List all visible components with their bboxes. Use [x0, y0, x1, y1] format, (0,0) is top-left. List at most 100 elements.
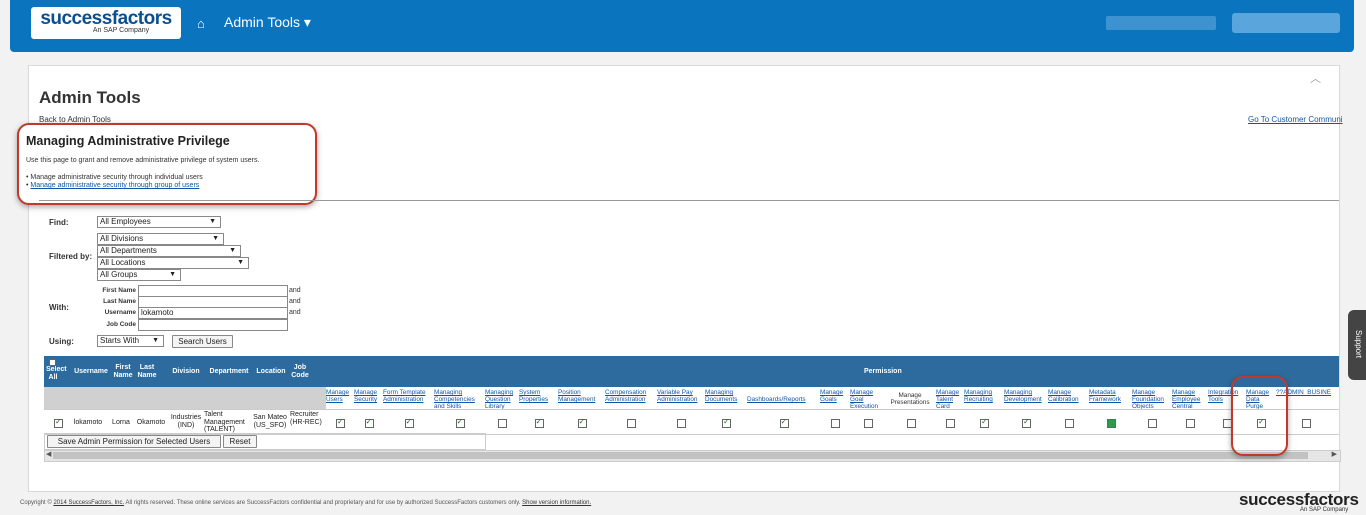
- search-box-blurred[interactable]: [1232, 13, 1340, 33]
- permission-checkbox-9[interactable]: [722, 417, 731, 428]
- permission-header-1[interactable]: Manage Security: [354, 389, 382, 403]
- reset-button[interactable]: Reset: [223, 435, 257, 448]
- permission-header-0[interactable]: Manage Users: [326, 389, 353, 403]
- permission-checkbox-18[interactable]: [1106, 419, 1116, 428]
- permission-header-3[interactable]: Managing Competencies and Skills: [434, 389, 484, 410]
- home-icon[interactable]: ⌂: [197, 16, 213, 32]
- row-username: lokamoto: [73, 419, 103, 426]
- permission-header-9[interactable]: Managing Documents: [705, 389, 746, 403]
- username-label: Username: [104, 309, 136, 316]
- search-users-button[interactable]: Search Users: [172, 335, 233, 348]
- row-division: Industries (IND): [170, 414, 202, 429]
- permission-checkbox-0[interactable]: [336, 417, 345, 428]
- username-header[interactable]: Username: [72, 368, 110, 376]
- permission-checkbox-16[interactable]: [1022, 417, 1031, 428]
- user-info-blurred: [1106, 16, 1216, 30]
- support-tab[interactable]: Support: [1348, 310, 1366, 380]
- filtered-by-label: Filtered by:: [49, 252, 93, 261]
- highlight-annotation: [1231, 376, 1288, 456]
- permission-checkbox-3[interactable]: [455, 417, 465, 428]
- permission-header-17[interactable]: Manage Calibration: [1048, 389, 1088, 403]
- scroll-left-icon[interactable]: ◀: [46, 450, 51, 458]
- permission-header-14[interactable]: Manage Talent Card: [936, 389, 963, 410]
- permission-checkbox-17[interactable]: [1064, 419, 1074, 428]
- dropdown-arrow-icon: ▼: [209, 218, 216, 225]
- permission-header-20[interactable]: Manage Employee Central: [1172, 389, 1207, 410]
- division-select[interactable]: All Divisions ▼: [97, 233, 224, 245]
- permission-header-11[interactable]: Manage Goals: [820, 389, 849, 403]
- privilege-info-box: Managing Administrative Privilege Use th…: [17, 123, 317, 205]
- permission-checkbox-11[interactable]: [831, 419, 840, 428]
- username-input[interactable]: lokamoto: [138, 307, 288, 319]
- first-name-label: First Name: [102, 287, 136, 294]
- job-code-input[interactable]: [138, 319, 288, 331]
- permission-checkbox-14[interactable]: [946, 419, 955, 428]
- scrollbar-thumb[interactable]: [53, 452, 1308, 459]
- location-header[interactable]: Location: [251, 368, 291, 376]
- dropdown-arrow-icon: ▼: [152, 337, 159, 344]
- permission-header-18[interactable]: Metadata Framework: [1089, 389, 1131, 403]
- grid-subheader-band: [44, 387, 326, 409]
- with-label: With:: [49, 303, 69, 312]
- division-header[interactable]: Division: [168, 368, 204, 376]
- select-all-checkbox[interactable]: [49, 359, 56, 366]
- row-first-name: Lorna: [112, 419, 130, 426]
- permission-checkbox-23[interactable]: [1302, 419, 1311, 428]
- list-item[interactable]: • Manage administrative security through…: [26, 182, 203, 190]
- show-version-link[interactable]: Show version information.: [522, 500, 591, 506]
- permission-header-6[interactable]: Position Management: [558, 389, 604, 403]
- using-label: Using:: [49, 337, 74, 346]
- horizontal-scrollbar[interactable]: ◀ ▶: [44, 450, 1341, 462]
- permission-header-13[interactable]: Manage Presentations: [885, 392, 935, 406]
- permission-checkbox-12[interactable]: [863, 419, 873, 428]
- permission-checkbox-7[interactable]: [627, 419, 636, 428]
- permission-header-7[interactable]: Compensation Administration: [605, 389, 656, 403]
- permission-checkbox-6[interactable]: [577, 417, 587, 428]
- permission-header-8[interactable]: Variable Pay Administration: [657, 389, 704, 403]
- permission-header-15[interactable]: Managing Recruiting: [964, 389, 1003, 403]
- list-item[interactable]: • Manage administrative security through…: [26, 174, 203, 182]
- permission-header-10[interactable]: Dashboards/Reports: [747, 396, 819, 403]
- collapse-chevron-icon[interactable]: ︿: [1310, 70, 1321, 86]
- permissions-grid: Select All Username First Name Last Name…: [44, 356, 1341, 462]
- scroll-right-icon[interactable]: ▶: [1332, 450, 1337, 458]
- grid-actions: Save Admin Permission for Selected Users…: [44, 433, 486, 450]
- customer-community-link[interactable]: Go To Customer Communi: [1248, 115, 1343, 124]
- select-all-header: Select All: [46, 359, 67, 382]
- last-name-header[interactable]: Last Name: [135, 364, 159, 380]
- permission-header-19[interactable]: Manage Foundation Objects: [1132, 389, 1171, 410]
- permission-checkbox-10[interactable]: [779, 417, 789, 428]
- permission-header-16[interactable]: Managing Development: [1004, 389, 1047, 403]
- permission-checkbox-15[interactable]: [980, 417, 989, 428]
- company-logo[interactable]: successfactors An SAP Company: [31, 7, 181, 39]
- permission-checkbox-19[interactable]: [1148, 419, 1157, 428]
- department-select[interactable]: All Departments ▼: [97, 245, 241, 257]
- permission-checkbox-5[interactable]: [534, 417, 544, 428]
- row-job-code: Recruiter (HR-REC): [290, 411, 322, 426]
- location-select[interactable]: All Locations ▼: [97, 257, 249, 269]
- permission-checkbox-8[interactable]: [677, 419, 686, 428]
- copyright-link[interactable]: 2014 SuccessFactors, Inc.: [53, 500, 124, 506]
- permission-header-4[interactable]: Managing Question Library: [485, 389, 518, 410]
- permission-checkbox-20[interactable]: [1186, 419, 1195, 428]
- using-select[interactable]: Starts With ▼: [97, 335, 164, 347]
- permission-checkbox-13[interactable]: [906, 419, 916, 428]
- job-code-header[interactable]: Job Code: [289, 364, 311, 380]
- first-name-header[interactable]: First Name: [112, 364, 134, 380]
- permission-checkbox-4[interactable]: [498, 419, 507, 428]
- permission-checkbox-1[interactable]: [364, 417, 374, 428]
- permission-header-12[interactable]: Manage Goal Execution: [850, 389, 884, 410]
- admin-tools-menu[interactable]: Admin Tools ▾: [224, 14, 311, 31]
- last-name-label: Last Name: [103, 298, 136, 305]
- group-select[interactable]: All Groups ▼: [97, 269, 181, 281]
- job-code-label: Job Code: [106, 321, 136, 328]
- find-select[interactable]: All Employees ▼: [97, 216, 221, 228]
- department-header[interactable]: Department: [204, 368, 254, 376]
- row-select-checkbox[interactable]: [54, 417, 63, 428]
- footer-copyright: Copyright © 2014 SuccessFactors, Inc. Al…: [20, 500, 592, 506]
- permission-header-5[interactable]: System Properties: [519, 389, 557, 403]
- save-admin-permission-button[interactable]: Save Admin Permission for Selected Users: [47, 435, 221, 448]
- permission-header-2[interactable]: Form Template Administration: [383, 389, 433, 403]
- and-label: and: [289, 309, 301, 316]
- permission-checkbox-2[interactable]: [404, 417, 414, 428]
